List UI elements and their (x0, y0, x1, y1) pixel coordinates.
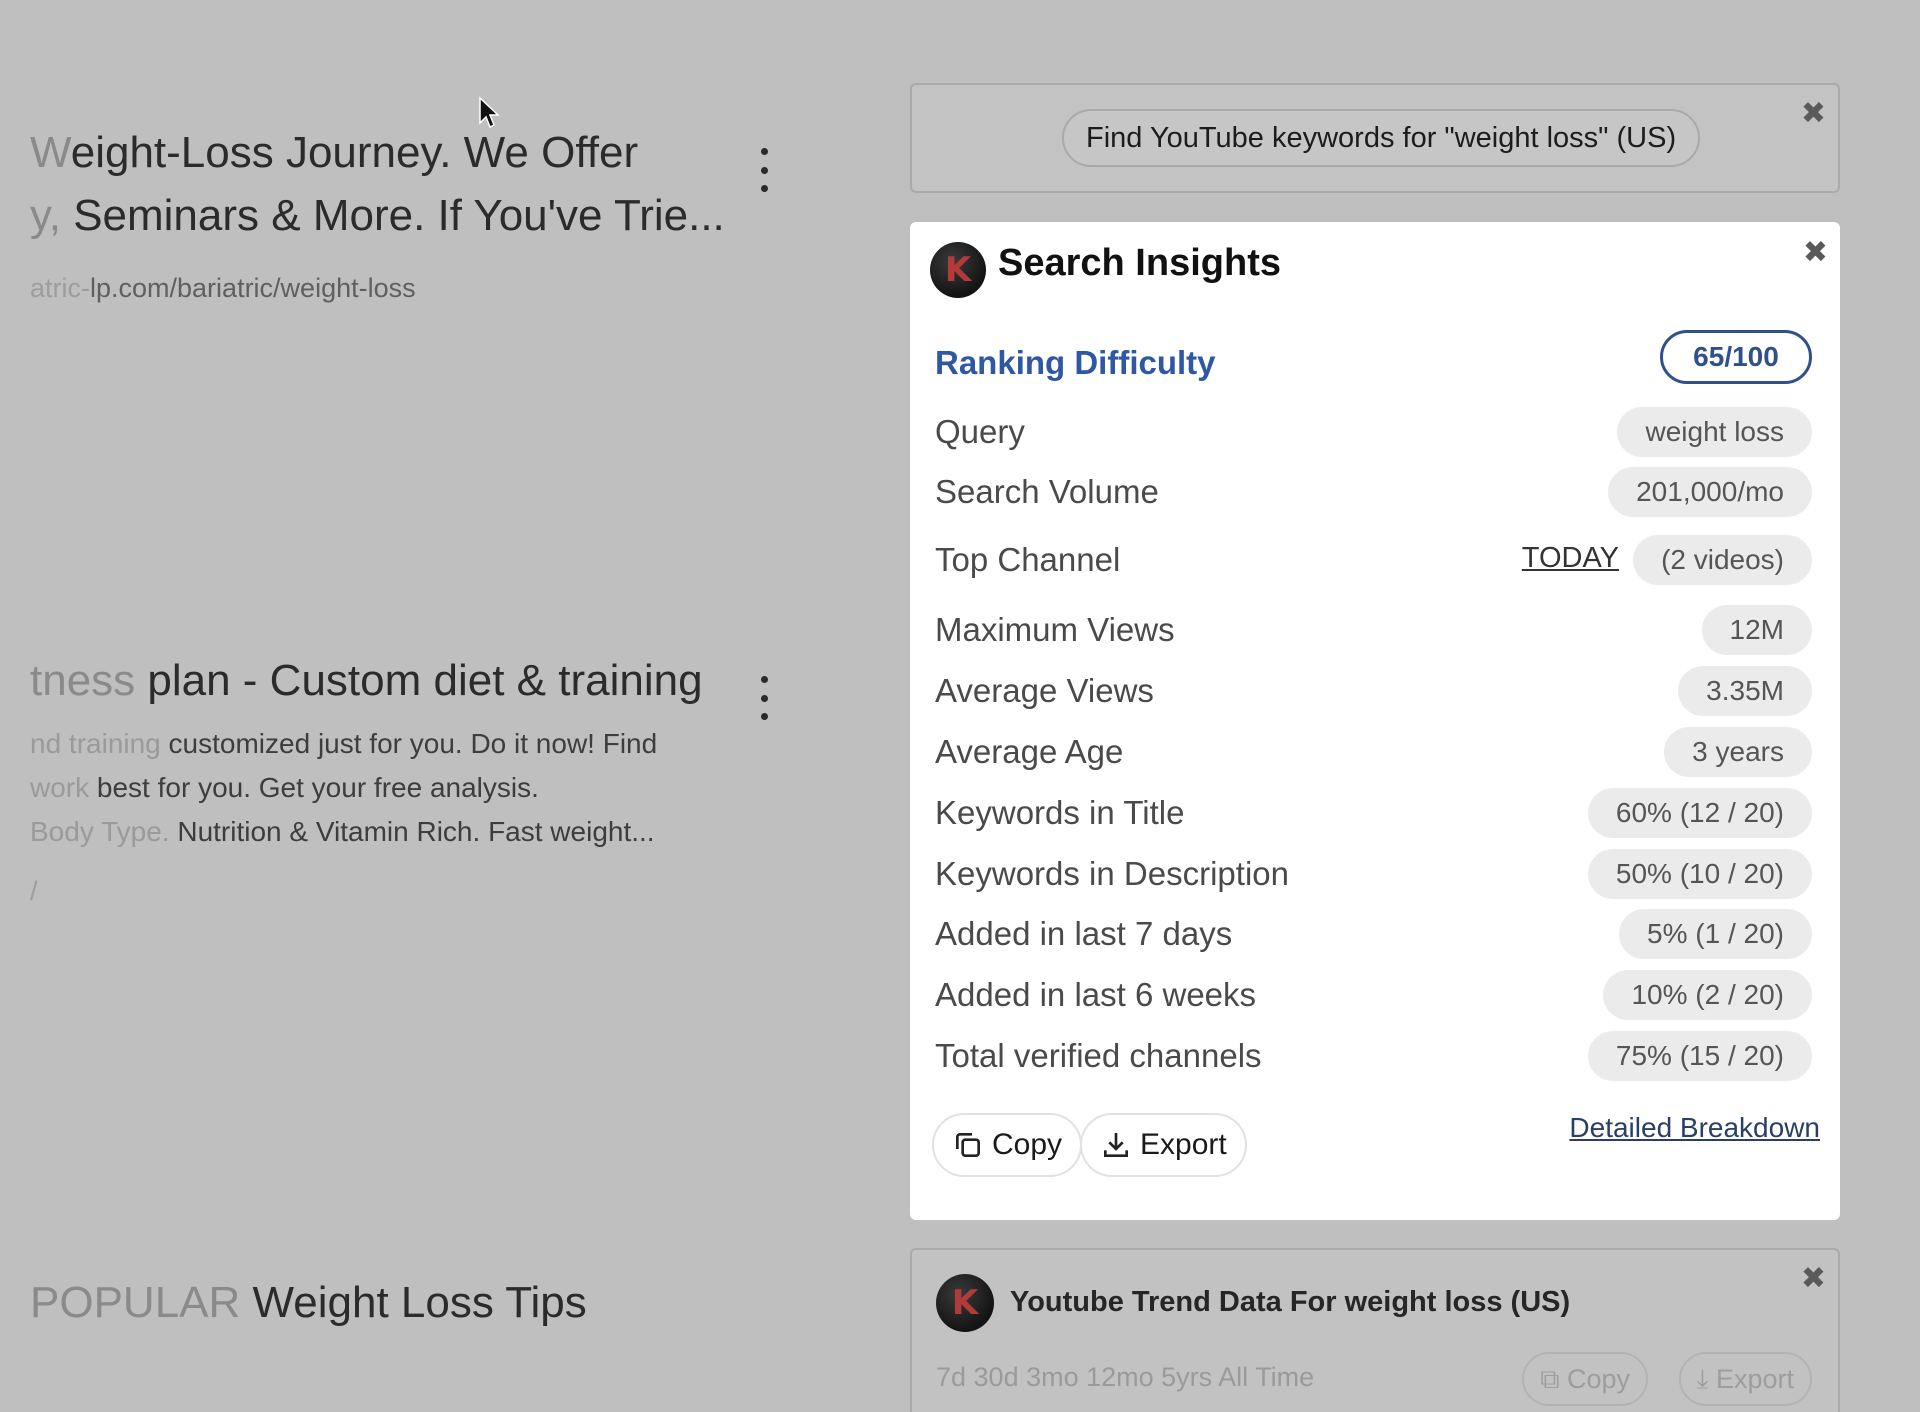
panel-title: Search Insights (998, 242, 1281, 284)
metric-value: 60% (12 / 20) (1587, 788, 1812, 838)
metric-row-average-views: Average Views 3.35M (935, 666, 1812, 716)
metric-row-total-verified-channels: Total verified channels 75% (15 / 20) (935, 1031, 1812, 1081)
metric-value: weight loss (1617, 407, 1812, 457)
metric-label: Average Views (935, 672, 1154, 709)
metric-label: Keywords in Description (935, 855, 1289, 892)
metric-value: 3.35M (1678, 666, 1812, 716)
detailed-breakdown-link[interactable]: Detailed Breakdown (1569, 1112, 1820, 1144)
trend-copy-label: Copy (1566, 1364, 1630, 1394)
prompt-card: Find YouTube keywords for "weight loss" … (910, 83, 1840, 193)
search-results: Weight-Loss Journey. We Offer y, Seminar… (0, 0, 880, 1412)
prompt-suggestion-button[interactable]: Find YouTube keywords for "weight loss" … (1062, 109, 1701, 167)
result-2-kebab-menu-icon[interactable] (758, 676, 770, 720)
export-button[interactable]: Export (1080, 1113, 1247, 1177)
metric-row-top-channel: Top Channel TODAY (2 videos) (935, 535, 1812, 585)
ranking-difficulty-score-badge: 65/100 (1660, 330, 1812, 384)
metric-label: Top Channel (935, 541, 1121, 578)
trend-card-close-icon[interactable]: ✖ (1801, 1264, 1826, 1294)
metric-row-maximum-views: Maximum Views 12M (935, 605, 1812, 655)
result-3-title[interactable]: POPULAR Weight Loss Tips (30, 1278, 587, 1328)
trend-export-button[interactable]: ⤓ Export (1678, 1352, 1812, 1406)
result-1-title-line-1[interactable]: Weight-Loss Journey. We Offer (30, 128, 638, 178)
copy-icon: ⧉ (1540, 1364, 1567, 1394)
brand-logo-icon: K (936, 1274, 994, 1332)
time-range-tabs[interactable]: 7d 30d 3mo 12mo 5yrs All Time (936, 1362, 1314, 1393)
result-1-url: atric-lp.com/bariatric/weight-loss (30, 273, 416, 303)
metric-value: 10% (2 / 20) (1603, 970, 1812, 1020)
metric-label: Search Volume (935, 473, 1159, 510)
copy-icon (956, 1133, 980, 1157)
screen: Weight-Loss Journey. We Offer y, Seminar… (0, 0, 1920, 1412)
result-2-description-line-1: nd training customized just for you. Do … (30, 728, 658, 759)
metric-row-keywords-in-title: Keywords in Title 60% (12 / 20) (935, 788, 1812, 838)
download-icon: ⤓ (1696, 1364, 1716, 1394)
metric-label: Maximum Views (935, 611, 1175, 648)
insights-close-icon[interactable]: ✖ (1803, 238, 1828, 268)
metric-value: 12M (1701, 605, 1812, 655)
metric-value: 5% (1 / 20) (1619, 909, 1812, 959)
metric-row-added-last-6-weeks: Added in last 6 weeks 10% (2 / 20) (935, 970, 1812, 1020)
trend-export-label: Export (1715, 1364, 1794, 1394)
metric-label: Total verified channels (935, 1037, 1262, 1074)
metric-label: Added in last 6 weeks (935, 976, 1257, 1013)
result-1-title-line-2[interactable]: y, Seminars & More. If You've Trie... (30, 191, 725, 241)
result-2-description-line-3: Body Type. Nutrition & Vitamin Rich. Fas… (30, 816, 655, 847)
metric-value: (2 videos) (1633, 535, 1812, 585)
result-2-url: / (30, 876, 38, 906)
brand-logo-icon: K (930, 242, 986, 298)
metric-row-average-age: Average Age 3 years (935, 727, 1812, 777)
search-insights-panel: K Search Insights ✖ Ranking Difficulty 6… (910, 222, 1840, 1220)
trend-copy-button[interactable]: ⧉ Copy (1522, 1352, 1648, 1406)
metric-row-added-last-7-days: Added in last 7 days 5% (1 / 20) (935, 909, 1812, 959)
metric-label: Query (935, 413, 1025, 450)
trend-card-title: Youtube Trend Data For weight loss (US) (1010, 1286, 1571, 1318)
top-channel-link[interactable]: TODAY (1522, 542, 1619, 575)
metric-row-search-volume: Search Volume 201,000/mo (935, 467, 1812, 517)
metric-value: 50% (10 / 20) (1587, 849, 1812, 899)
trend-data-card: K Youtube Trend Data For weight loss (US… (910, 1248, 1840, 1412)
copy-button[interactable]: Copy (932, 1113, 1083, 1177)
mouse-pointer-icon (479, 96, 500, 129)
download-icon (1104, 1133, 1128, 1157)
metric-value: 3 years (1664, 727, 1812, 777)
result-1-kebab-menu-icon[interactable] (758, 148, 770, 192)
metric-row-query: Query weight loss (935, 407, 1812, 457)
result-2-title[interactable]: tness plan - Custom diet & training (30, 656, 703, 706)
export-button-label: Export (1140, 1128, 1227, 1161)
prompt-card-close-icon[interactable]: ✖ (1801, 99, 1826, 129)
metric-label: Added in last 7 days (935, 915, 1233, 952)
metric-row-keywords-in-description: Keywords in Description 50% (10 / 20) (935, 849, 1812, 899)
metric-value: 75% (15 / 20) (1587, 1031, 1812, 1081)
metric-label: Average Age (935, 733, 1124, 770)
metric-label: Keywords in Title (935, 794, 1185, 831)
copy-button-label: Copy (992, 1128, 1063, 1161)
metric-value: 201,000/mo (1608, 467, 1812, 517)
ranking-difficulty-label: Ranking Difficulty (935, 344, 1216, 381)
result-2-description-line-2: work best for you. Get your free analysi… (30, 772, 539, 803)
